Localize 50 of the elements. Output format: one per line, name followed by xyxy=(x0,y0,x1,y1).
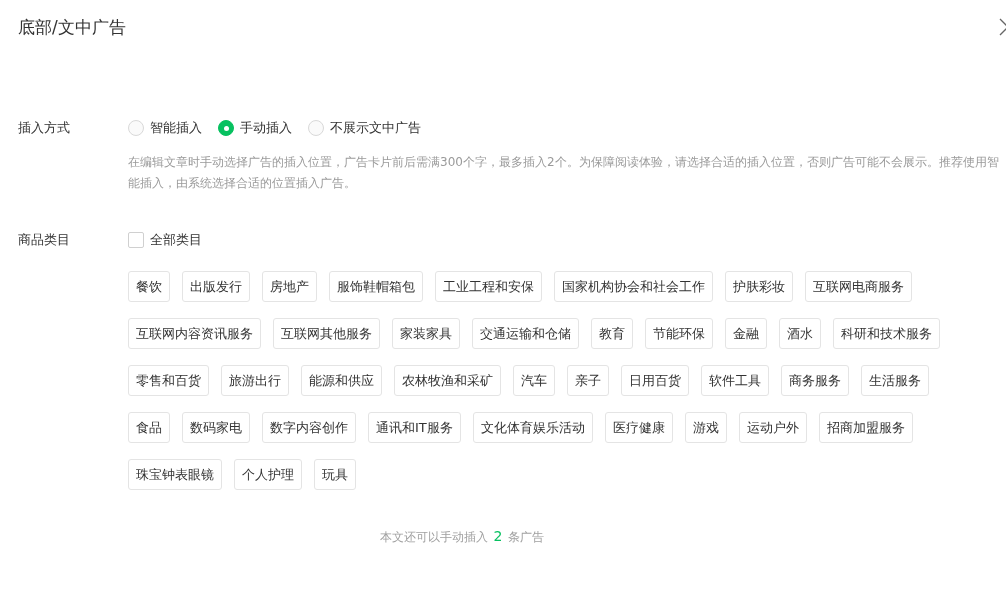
category-tag[interactable]: 国家机构协会和社会工作 xyxy=(554,271,713,302)
radio-option[interactable]: 不展示文中广告 xyxy=(308,119,421,137)
category-tag[interactable]: 亲子 xyxy=(567,365,609,396)
remaining-count: 2 xyxy=(493,528,503,544)
category-tag[interactable]: 能源和供应 xyxy=(301,365,382,396)
category-tag[interactable]: 招商加盟服务 xyxy=(818,412,913,443)
category-tag[interactable]: 汽车 xyxy=(513,365,555,396)
category-tag[interactable]: 商务服务 xyxy=(781,365,849,396)
field-label: 插入方式 xyxy=(18,119,71,137)
category-tag[interactable]: 教育 xyxy=(591,318,633,349)
category-tag[interactable]: 农林牧渔和采矿 xyxy=(394,365,501,396)
footer-text: 本文还可以手动插入 xyxy=(379,529,488,546)
category-tag[interactable]: 运动户外 xyxy=(738,412,807,443)
category-tag[interactable]: 出版发行 xyxy=(182,271,250,302)
category-tag[interactable]: 科研和技术服务 xyxy=(833,318,940,349)
category-tag[interactable]: 个人护理 xyxy=(234,459,302,490)
category-tag[interactable]: 珠宝钟表眼镜 xyxy=(128,459,222,490)
category-tag[interactable]: 数码家电 xyxy=(182,412,250,443)
category-tag[interactable]: 互联网其他服务 xyxy=(273,318,380,349)
category-tag[interactable]: 日用百货 xyxy=(621,365,689,396)
category-tag[interactable]: 生活服务 xyxy=(861,365,929,396)
category-tag[interactable]: 医疗健康 xyxy=(604,412,673,443)
category-tag[interactable]: 服饰鞋帽箱包 xyxy=(329,271,423,302)
field-label: 商品类目 xyxy=(18,231,71,249)
category-tag[interactable]: 零售和百货 xyxy=(128,365,209,396)
description-text: 在编辑文章时手动选择广告的插入位置，广告卡片前后需满300个字，最多插入2个。为保障阅读体验，请选择合适的插入位置，否则广告可能不会展示。推荐使用智能插入，由系统选择合适的位置插入广告。 xyxy=(128,154,1000,192)
category-tag[interactable]: 互联网内容资讯服务 xyxy=(128,318,261,349)
category-tag[interactable]: 交通运输和仓储 xyxy=(472,318,579,349)
category-tag[interactable]: 家装家具 xyxy=(392,318,460,349)
category-tag[interactable]: 金融 xyxy=(725,318,767,349)
checkbox[interactable]: 全部类目 xyxy=(128,230,978,250)
category-tag[interactable]: 旅游出行 xyxy=(221,365,289,396)
radio-option[interactable]: 手动插入 xyxy=(218,119,292,137)
category-tag[interactable]: 通讯和IT服务 xyxy=(368,412,461,443)
category-tag[interactable]: 数字内容创作 xyxy=(262,412,356,443)
category-tag[interactable]: 食品 xyxy=(128,412,170,443)
category-tag[interactable]: 酒水 xyxy=(779,318,821,349)
category-tag[interactable]: 玩具 xyxy=(314,459,356,490)
category-tag[interactable]: 工业工程和安保 xyxy=(435,271,542,302)
footer-text: 条广告 xyxy=(508,529,545,546)
category-tag[interactable]: 软件工具 xyxy=(701,365,769,396)
category-tag[interactable]: 房地产 xyxy=(262,271,317,302)
radio-option[interactable]: 智能插入 xyxy=(128,119,202,137)
dialog-title: 底部/文中广告 xyxy=(18,15,126,39)
category-tag[interactable]: 游戏 xyxy=(684,412,727,443)
category-tag[interactable]: 文化体育娱乐活动 xyxy=(472,412,593,443)
category-tag[interactable]: 节能环保 xyxy=(645,318,713,349)
category-tag[interactable]: 互联网电商服务 xyxy=(805,271,912,302)
category-tag[interactable]: 餐饮 xyxy=(128,271,170,302)
category-tag[interactable]: 护肤彩妆 xyxy=(725,271,793,302)
